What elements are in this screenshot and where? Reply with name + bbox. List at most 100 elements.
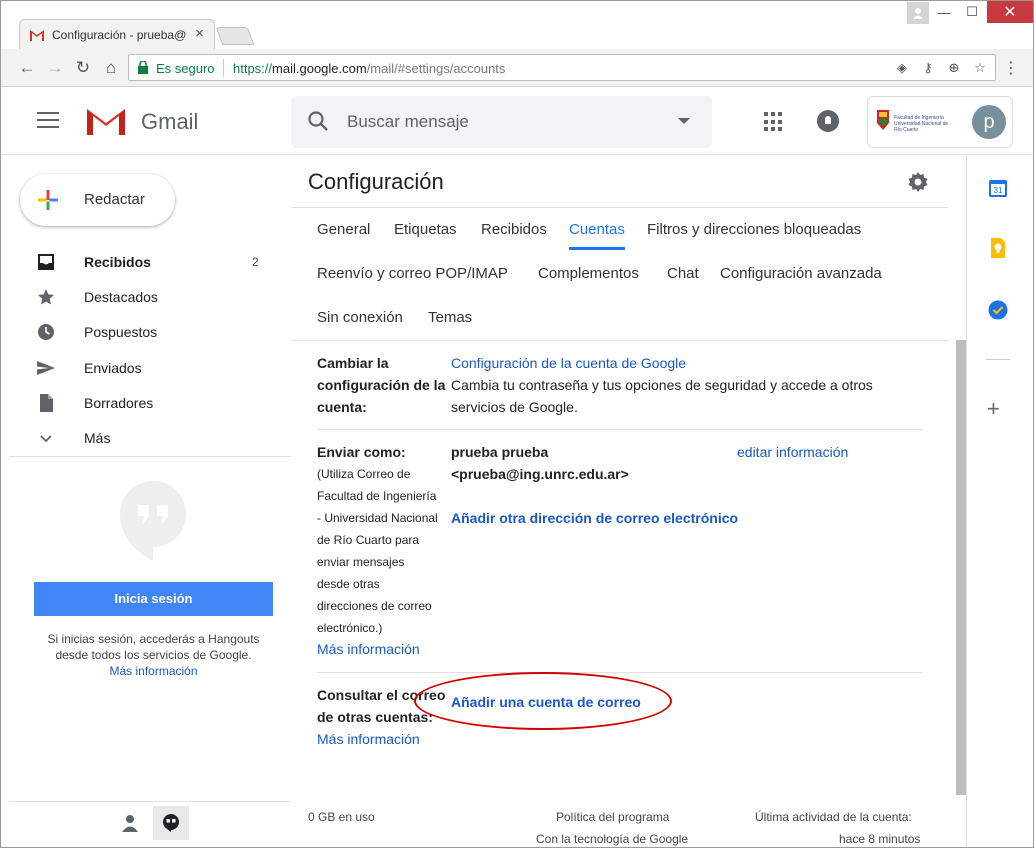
send-as-more-info-link[interactable]: Más información <box>317 638 420 660</box>
keep-icon[interactable] <box>988 238 1008 258</box>
compose-plus-icon <box>38 190 58 210</box>
gmail-favicon-icon <box>30 30 44 41</box>
settings-footer: 0 GB en uso Política del programa Con la… <box>291 806 948 847</box>
nav-item-sent[interactable]: Enviados <box>1 351 291 385</box>
vertical-scrollbar[interactable] <box>956 340 966 795</box>
zoom-icon[interactable]: ⊕ <box>945 59 963 77</box>
leftnav-bottom-bar <box>111 806 191 840</box>
account-settings-description: Cambia tu contraseña y tus opciones de s… <box>451 377 873 415</box>
organization-logo-icon <box>877 110 889 130</box>
forward-arrow-icon[interactable]: → <box>44 57 66 79</box>
key-icon[interactable]: ⚷ <box>919 59 937 77</box>
browser-tab[interactable]: Configuración - prueba@ × <box>19 19 215 49</box>
tab-forwarding[interactable]: Reenvío y correo POP/IMAP <box>317 252 508 296</box>
last-activity-label: Última actividad de la cuenta: <box>755 810 912 824</box>
window-close-icon[interactable]: ✕ <box>987 1 1033 23</box>
hangouts-more-info-link[interactable]: Más información <box>31 663 276 679</box>
tab-general[interactable]: General <box>317 208 370 252</box>
nav-item-inbox[interactable]: Recibidos 2 <box>1 245 291 279</box>
google-account-settings-link[interactable]: Configuración de la cuenta de Google <box>451 352 686 374</box>
organization-name: Facultad de Ingeniería Universidad Nacio… <box>894 115 949 133</box>
tasks-icon[interactable] <box>988 300 1008 320</box>
new-tab-button[interactable] <box>215 27 255 45</box>
nav-item-snoozed[interactable]: Pospuestos <box>1 315 291 349</box>
profile-icon[interactable] <box>907 2 929 24</box>
inbox-icon <box>38 254 54 270</box>
search-input[interactable] <box>347 110 667 134</box>
tab-addons[interactable]: Complementos <box>538 252 639 296</box>
apps-grid-icon[interactable] <box>764 112 784 132</box>
leftnav-bottom-divider <box>9 801 291 802</box>
hangouts-icon <box>163 814 179 832</box>
nav-item-label: Pospuestos <box>84 324 158 340</box>
add-addon-plus-icon[interactable]: + <box>987 396 1000 422</box>
lock-icon <box>138 61 148 74</box>
clock-icon <box>38 324 54 340</box>
search-options-dropdown-icon[interactable] <box>678 118 690 124</box>
url-text[interactable]: https://mail.google.com/mail/#settings/a… <box>233 61 505 76</box>
contacts-person-icon[interactable] <box>121 814 139 832</box>
tab-close-icon[interactable]: × <box>195 25 204 42</box>
powered-by-google: Con la tecnología de Google <box>536 832 689 846</box>
search-box <box>291 96 712 148</box>
browser-window: Configuración - prueba@ × — ☐ ✕ ← → ↻ ⌂ … <box>0 0 1034 848</box>
main-menu-icon[interactable] <box>37 112 59 130</box>
nav-item-label: Recibidos <box>84 254 151 270</box>
compose-label: Redactar <box>84 191 145 208</box>
tab-labels[interactable]: Etiquetas <box>394 208 457 252</box>
home-icon[interactable]: ⌂ <box>100 57 122 79</box>
nav-item-label: Borradores <box>84 395 154 411</box>
draft-icon <box>40 394 53 412</box>
search-icon[interactable] <box>307 110 329 132</box>
back-arrow-icon[interactable]: ← <box>16 57 38 79</box>
row-divider <box>317 429 922 430</box>
program-policy-link[interactable]: Política del programa <box>556 806 669 828</box>
left-navigation: Redactar Recibidos 2 Destacados Pospuest… <box>1 156 291 847</box>
nav-divider <box>9 456 291 457</box>
calendar-icon[interactable]: 31 <box>988 178 1008 198</box>
tab-inbox[interactable]: Recibidos <box>481 208 547 252</box>
gear-icon[interactable] <box>908 172 928 192</box>
omnibox-separator <box>223 59 224 77</box>
hangouts-toggle[interactable] <box>153 806 189 840</box>
minimize-icon[interactable]: — <box>931 1 957 23</box>
tabs-divider <box>291 340 948 341</box>
last-activity-time: hace 8 minutos <box>839 832 921 846</box>
settings-panel: Configuración General Etiquetas Recibido… <box>291 156 966 847</box>
address-bar[interactable]: Es seguro https://mail.google.com/mail/#… <box>128 54 996 81</box>
tab-accounts[interactable]: Cuentas <box>569 208 625 252</box>
account-switcher[interactable]: Facultad de Ingeniería Universidad Nacio… <box>867 96 1013 148</box>
nav-item-drafts[interactable]: Borradores <box>1 386 291 420</box>
browser-toolbar: ← → ↻ ⌂ Es seguro https://mail.google.co… <box>1 49 1033 87</box>
maximize-icon[interactable]: ☐ <box>959 1 985 23</box>
check-mail-more-info-link[interactable]: Más información <box>317 728 420 750</box>
send-as-label: Enviar como: <box>317 444 406 460</box>
extension-icon[interactable]: ◈ <box>893 59 911 77</box>
tab-chat[interactable]: Chat <box>667 252 699 296</box>
unread-count: 2 <box>252 255 259 269</box>
reload-icon[interactable]: ↻ <box>72 57 94 79</box>
bookmark-star-icon[interactable]: ☆ <box>971 59 989 77</box>
row-divider <box>317 672 922 673</box>
nav-item-starred[interactable]: Destacados <box>1 280 291 314</box>
avatar[interactable]: p <box>972 105 1006 139</box>
send-as-address: <prueba@ing.unrc.edu.ar> <box>451 466 629 482</box>
svg-text:31: 31 <box>994 186 1003 195</box>
nav-item-label: Más <box>84 430 111 446</box>
tab-title: Configuración - prueba@ <box>52 28 187 42</box>
browser-titlebar: Configuración - prueba@ × — ☐ ✕ <box>1 1 1033 49</box>
add-email-address-link[interactable]: Añadir otra dirección de correo electrón… <box>451 507 738 529</box>
nav-item-more[interactable]: Más <box>1 421 291 455</box>
tab-themes[interactable]: Temas <box>428 296 472 340</box>
browser-menu-icon[interactable]: ⋮ <box>1003 58 1019 78</box>
hangouts-signin-button[interactable]: Inicia sesión <box>34 582 273 616</box>
tab-advanced[interactable]: Configuración avanzada <box>720 252 882 296</box>
send-as-name: prueba prueba <box>451 444 549 460</box>
tab-filters[interactable]: Filtros y direcciones bloqueadas <box>647 208 861 252</box>
tab-offline[interactable]: Sin conexión <box>317 296 403 340</box>
side-panel: 31 + <box>966 156 1033 847</box>
compose-button[interactable]: Redactar <box>20 174 175 226</box>
star-icon <box>38 289 54 305</box>
notifications-bell-icon[interactable] <box>817 110 839 132</box>
edit-info-link[interactable]: editar información <box>737 441 848 463</box>
